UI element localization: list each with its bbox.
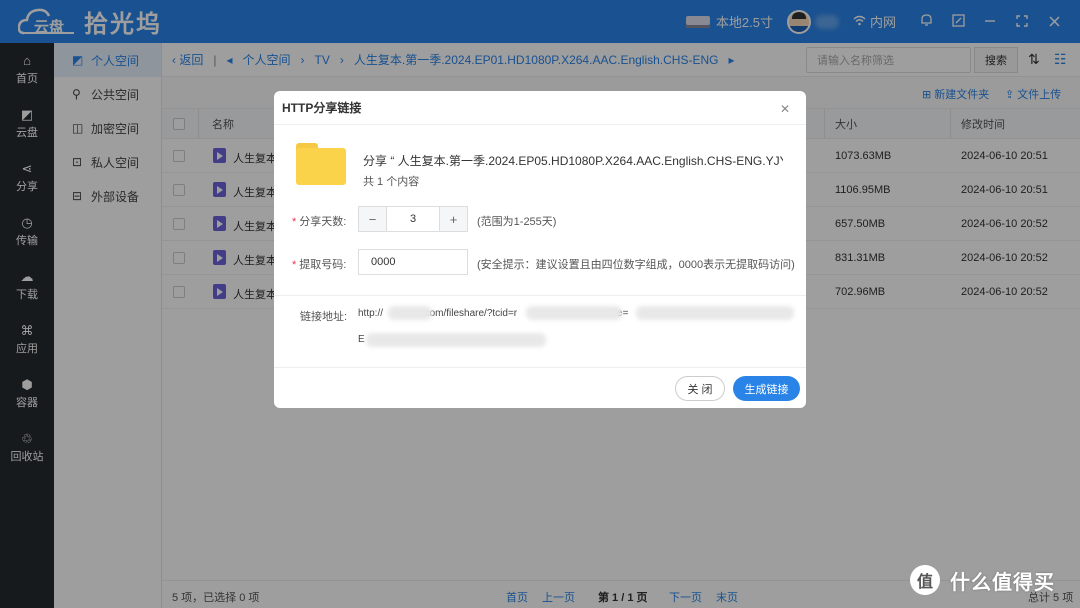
watermark-logo-icon: 值 — [910, 565, 940, 595]
days-label: * 分享天数: — [292, 216, 347, 228]
folder-icon — [296, 143, 346, 185]
link-label: 链接地址: — [300, 311, 348, 323]
days-stepper: − 3 + — [358, 206, 468, 232]
redacted-block — [636, 306, 794, 320]
days-input[interactable]: 3 — [386, 207, 440, 231]
generate-link-button[interactable]: 生成链接 — [733, 376, 800, 401]
days-hint: (范围为1-255天) — [477, 216, 557, 228]
decrement-button[interactable]: − — [359, 207, 386, 231]
share-link-dialog: HTTP分享链接 ✕ 分享 “ 人生复本.第一季.2024.EP05.HD108… — [274, 91, 806, 408]
watermark: 值 什么值得买 — [910, 565, 1055, 595]
share-link-url-line2: E — [358, 334, 365, 345]
share-target-title: 分享 “ 人生复本.第一季.2024.EP05.HD1080P.X264.AAC… — [363, 154, 783, 168]
watermark-text: 什么值得买 — [950, 571, 1055, 594]
divider — [274, 295, 806, 296]
share-item-count: 共 1 个内容 — [363, 176, 420, 188]
redacted-block — [366, 333, 546, 347]
divider — [274, 367, 806, 368]
redacted-block — [526, 306, 622, 320]
code-hint: (安全提示：建议设置且由四位数字组成，0000表示无提取码访问) — [477, 259, 795, 271]
close-icon[interactable]: ✕ — [780, 102, 790, 116]
close-button[interactable]: 关 闭 — [675, 376, 725, 401]
code-label: * 提取号码: — [292, 259, 347, 271]
increment-button[interactable]: + — [440, 207, 467, 231]
extraction-code-field[interactable]: 0000 — [358, 249, 468, 275]
redacted-block — [388, 306, 432, 320]
dialog-title: HTTP分享链接 — [274, 91, 806, 125]
